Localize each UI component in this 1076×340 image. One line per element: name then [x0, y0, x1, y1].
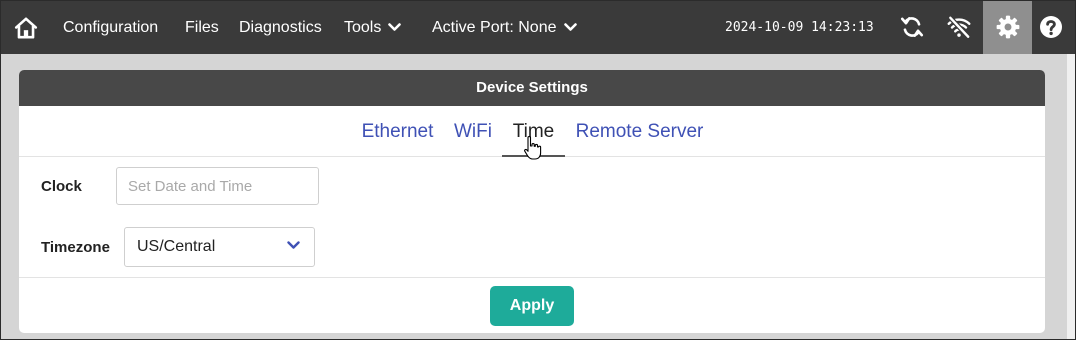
- hand-cursor-icon: [524, 135, 542, 160]
- chevron-down-icon: [287, 241, 300, 249]
- chevron-down-icon: [388, 23, 402, 32]
- gear-icon: [996, 15, 1020, 39]
- nav-tools-menu[interactable]: Tools: [344, 1, 402, 54]
- clock-input[interactable]: [116, 167, 319, 205]
- tab-remote-server[interactable]: Remote Server: [575, 106, 704, 156]
- chevron-down-icon: [563, 23, 577, 32]
- apply-button[interactable]: Apply: [490, 286, 574, 326]
- nav-active-port-label: Active Port: None: [432, 19, 557, 36]
- tab-wifi[interactable]: WiFi: [454, 106, 492, 156]
- settings-button[interactable]: [983, 1, 1032, 54]
- card-title: Device Settings: [19, 70, 1045, 106]
- nav-diagnostics[interactable]: Diagnostics: [239, 1, 322, 54]
- scrollbar[interactable]: [1067, 54, 1075, 339]
- clock-label: Clock: [41, 178, 82, 195]
- nav-files[interactable]: Files: [185, 1, 219, 54]
- datetime-readout: 2024-10-09 14:23:13: [725, 20, 874, 35]
- footer-divider: [19, 277, 1045, 278]
- tab-ethernet[interactable]: Ethernet: [360, 106, 435, 156]
- nav-tools-label: Tools: [344, 19, 382, 36]
- wifi-off-icon[interactable]: [946, 14, 972, 40]
- timezone-label: Timezone: [41, 239, 110, 256]
- sync-icon[interactable]: [899, 14, 925, 40]
- nav-configuration[interactable]: Configuration: [63, 1, 158, 54]
- timezone-value: US/Central: [137, 238, 216, 255]
- home-icon[interactable]: [13, 15, 39, 41]
- device-settings-card: Device Settings Ethernet WiFi Time Remot…: [19, 70, 1045, 333]
- help-icon[interactable]: [1039, 15, 1063, 39]
- top-navigation-bar: Configuration Files Diagnostics Tools Ac…: [1, 1, 1075, 54]
- nav-active-port-menu[interactable]: Active Port: None: [432, 1, 577, 54]
- timezone-select[interactable]: US/Central: [124, 227, 315, 267]
